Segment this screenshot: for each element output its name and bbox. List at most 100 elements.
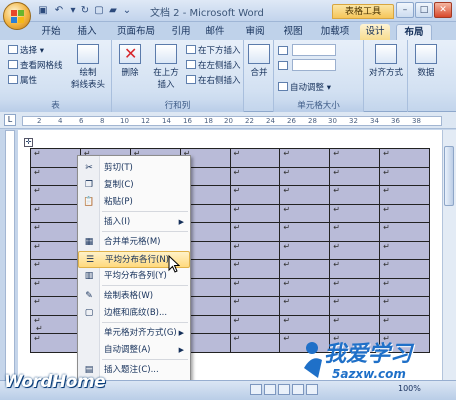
table-cell[interactable]: ↵: [329, 222, 381, 242]
insert-below-button[interactable]: 在下方插入: [186, 44, 241, 56]
tab-view[interactable]: 视图: [278, 24, 308, 40]
table-cell[interactable]: ↵: [379, 296, 430, 316]
menu-item-cell-alignment[interactable]: 单元格对齐方式(G) ▶: [78, 325, 190, 342]
table-cell[interactable]: ↵: [329, 314, 381, 334]
view-gridlines-button[interactable]: 查看网格线: [8, 59, 63, 71]
office-button[interactable]: [3, 2, 31, 30]
table-cell[interactable]: ↵: [30, 185, 81, 205]
draw-diagonal-header-button[interactable]: 绘制 斜线表头: [68, 44, 108, 90]
table-cell[interactable]: ↵: [30, 222, 81, 242]
print-layout-view-icon[interactable]: [250, 384, 262, 395]
table-cell[interactable]: ↵: [329, 203, 381, 223]
tab-addins[interactable]: 加载项: [316, 24, 354, 40]
table-cell[interactable]: ↵: [229, 148, 281, 168]
table-cell[interactable]: ↵: [229, 314, 281, 334]
alignment-button[interactable]: 对齐方式: [366, 44, 406, 78]
table-cell[interactable]: ↵: [279, 296, 331, 316]
table-cell[interactable]: ↵: [229, 277, 281, 297]
table-cell[interactable]: ↵: [229, 296, 281, 316]
delete-button[interactable]: ✕ 删除: [116, 44, 144, 78]
table-cell[interactable]: ↵: [30, 259, 81, 279]
menu-item-insert[interactable]: 插入(I) ▶: [78, 214, 190, 231]
new-doc-icon[interactable]: ▢: [92, 4, 106, 17]
table-cell[interactable]: ↵: [329, 277, 381, 297]
table-cell[interactable]: ↵: [279, 259, 331, 279]
table-cell[interactable]: ↵: [379, 314, 430, 334]
properties-button[interactable]: 属性: [8, 74, 37, 86]
autofit-button[interactable]: 自动调整 ▾: [278, 81, 331, 93]
menu-item-copy[interactable]: ❐ 复制(C): [78, 177, 190, 194]
insert-left-button[interactable]: 在左侧插入: [186, 59, 241, 71]
close-button[interactable]: ✕: [434, 2, 452, 18]
tab-insert[interactable]: 插入: [72, 24, 102, 40]
table-cell[interactable]: ↵: [329, 259, 381, 279]
save-icon[interactable]: ▣: [36, 4, 50, 17]
tab-selector-icon[interactable]: L: [4, 114, 16, 126]
table-cell[interactable]: ↵: [329, 296, 381, 316]
open-folder-icon[interactable]: ▰: [106, 4, 120, 17]
tab-references[interactable]: 引用: [166, 24, 196, 40]
table-cell[interactable]: ↵: [229, 166, 281, 186]
table-cell[interactable]: ↵: [279, 166, 331, 186]
menu-item-autofit[interactable]: 自动调整(A) ▶: [78, 342, 190, 359]
insert-above-button[interactable]: 在上方 插入: [148, 44, 184, 90]
insert-right-button[interactable]: 在右侧插入: [186, 74, 241, 86]
tab-mailings[interactable]: 邮件: [200, 24, 230, 40]
table-cell[interactable]: ↵: [279, 277, 331, 297]
table-cell[interactable]: ↵: [30, 203, 81, 223]
menu-item-borders-shading[interactable]: ▢ 边框和底纹(B)...: [78, 305, 190, 322]
menu-item-cut[interactable]: ✂ 剪切(T): [78, 160, 190, 177]
table-cell[interactable]: ↵: [30, 277, 81, 297]
undo-icon[interactable]: ↶: [52, 4, 66, 17]
table-cell[interactable]: ↵: [229, 185, 281, 205]
redo-icon[interactable]: ↻: [78, 4, 92, 17]
table-cell[interactable]: ↵: [329, 185, 381, 205]
table-cell[interactable]: ↵: [30, 296, 81, 316]
select-button[interactable]: 选择 ▾: [8, 44, 44, 56]
full-screen-view-icon[interactable]: [264, 384, 276, 395]
table-cell[interactable]: ↵: [279, 314, 331, 334]
table-cell[interactable]: ↵: [279, 222, 331, 242]
table-cell[interactable]: ↵: [229, 259, 281, 279]
table-cell[interactable]: ↵: [30, 240, 81, 260]
scrollbar-thumb[interactable]: [444, 146, 454, 206]
web-layout-view-icon[interactable]: [278, 384, 290, 395]
menu-item-draw-table[interactable]: ✎ 绘制表格(W): [78, 288, 190, 305]
table-cell[interactable]: ↵: [379, 166, 430, 186]
table-cell[interactable]: ↵: [30, 333, 81, 353]
table-cell[interactable]: ↵: [229, 203, 281, 223]
table-cell[interactable]: ↵: [229, 333, 281, 353]
table-cell[interactable]: ↵: [279, 148, 331, 168]
tab-layout[interactable]: 布局: [396, 24, 432, 40]
tab-design[interactable]: 设计: [360, 24, 390, 40]
minimize-button[interactable]: –: [396, 2, 414, 18]
table-cell[interactable]: ↵: [279, 203, 331, 223]
menu-item-merge-cells[interactable]: ▦ 合并单元格(M): [78, 234, 190, 251]
data-button[interactable]: 数据: [410, 44, 442, 78]
merge-button[interactable]: 合并: [246, 44, 272, 78]
tab-page-layout[interactable]: 页面布局: [110, 24, 162, 40]
table-cell[interactable]: ↵: [279, 185, 331, 205]
table-cell[interactable]: ↵: [329, 148, 381, 168]
tab-home[interactable]: 开始: [36, 24, 66, 40]
table-cell[interactable]: ↵: [379, 259, 430, 279]
table-cell[interactable]: ↵: [329, 166, 381, 186]
table-cell[interactable]: ↵: [379, 240, 430, 260]
column-width-spinner[interactable]: [292, 59, 336, 71]
table-cell[interactable]: ↵: [379, 203, 430, 223]
table-cell[interactable]: ↵: [229, 240, 281, 260]
table-cell[interactable]: ↵: [229, 222, 281, 242]
row-height-spinner[interactable]: [292, 44, 336, 56]
table-cell[interactable]: ↵: [379, 185, 430, 205]
table-cell[interactable]: ↵: [379, 277, 430, 297]
qat-customize-icon[interactable]: ⌄: [120, 4, 134, 17]
table-cell[interactable]: ↵: [379, 148, 430, 168]
table-cell[interactable]: ↵: [379, 222, 430, 242]
table-cell[interactable]: ↵: [30, 148, 81, 168]
menu-item-paste[interactable]: 📋 粘贴(P): [78, 194, 190, 211]
table-cell[interactable]: ↵: [30, 166, 81, 186]
table-cell[interactable]: ↵: [329, 240, 381, 260]
maximize-button[interactable]: □: [415, 2, 433, 18]
table-move-handle[interactable]: ✛: [24, 138, 33, 147]
tab-review[interactable]: 审阅: [240, 24, 270, 40]
